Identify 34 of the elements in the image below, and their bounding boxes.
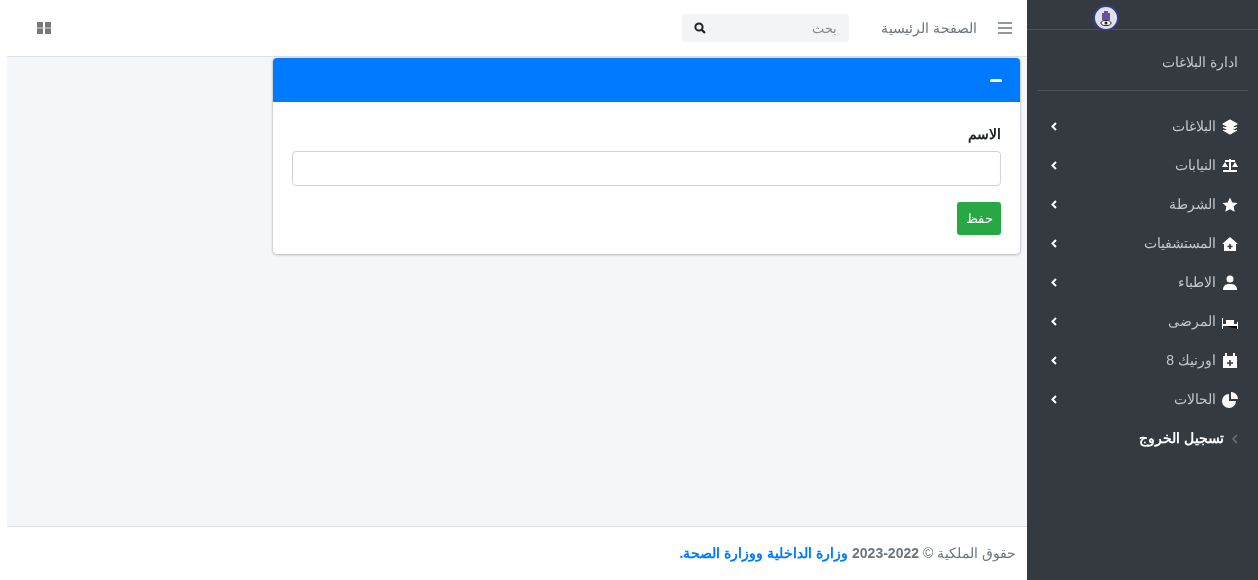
sidebar-menu-item[interactable]: المرضى xyxy=(1035,302,1250,341)
grid-icon[interactable] xyxy=(37,22,51,34)
name-input-field[interactable] xyxy=(292,151,1001,186)
sidebar-menu-item[interactable]: الحالات xyxy=(1035,380,1250,419)
sidebar-menu-item[interactable]: البلاغات xyxy=(1035,107,1250,146)
star-icon xyxy=(1222,196,1238,213)
user-icon xyxy=(1222,274,1238,291)
sidebar-menu-item[interactable]: المستشفيات xyxy=(1035,224,1250,263)
chevron-left-icon xyxy=(1051,122,1057,131)
pie-chart-icon xyxy=(1222,391,1238,408)
ministries-link[interactable]: وزارة الداخلية ووزارة الصحة. xyxy=(679,543,849,564)
scales-icon xyxy=(1222,157,1238,174)
chevron-left-icon xyxy=(1232,433,1238,444)
layers-icon xyxy=(1222,118,1238,135)
chevron-left-icon xyxy=(1051,317,1057,326)
search-field[interactable]: بحث xyxy=(682,14,850,42)
field-label: الاسم xyxy=(967,125,1001,145)
home-link[interactable]: الصفحة الرئيسية xyxy=(881,17,977,39)
sidebar-menu-item[interactable]: الاطباء xyxy=(1035,263,1250,302)
chevron-left-icon xyxy=(1051,278,1057,287)
sidebar-menu-item[interactable]: الشرطة xyxy=(1035,185,1250,224)
hand-eye-logo-icon xyxy=(1093,4,1119,31)
sidebar-menu-item[interactable]: النيابات xyxy=(1035,146,1250,185)
chevron-left-icon xyxy=(1051,356,1057,365)
brand-title: ادارة البلاغات xyxy=(1161,53,1238,73)
calendar-plus-icon xyxy=(1222,352,1238,369)
chevron-left-icon xyxy=(1051,239,1057,248)
chevron-left-icon xyxy=(1051,395,1057,404)
search-icon[interactable] xyxy=(694,22,707,34)
house-plus-icon xyxy=(1222,235,1238,252)
logout-link[interactable]: تسجيل الخروج xyxy=(1035,419,1250,458)
chevron-left-icon xyxy=(1051,161,1057,170)
chevron-left-icon xyxy=(1051,200,1057,209)
sidebar-menu-item[interactable]: اورنيك 8 xyxy=(1035,341,1250,380)
